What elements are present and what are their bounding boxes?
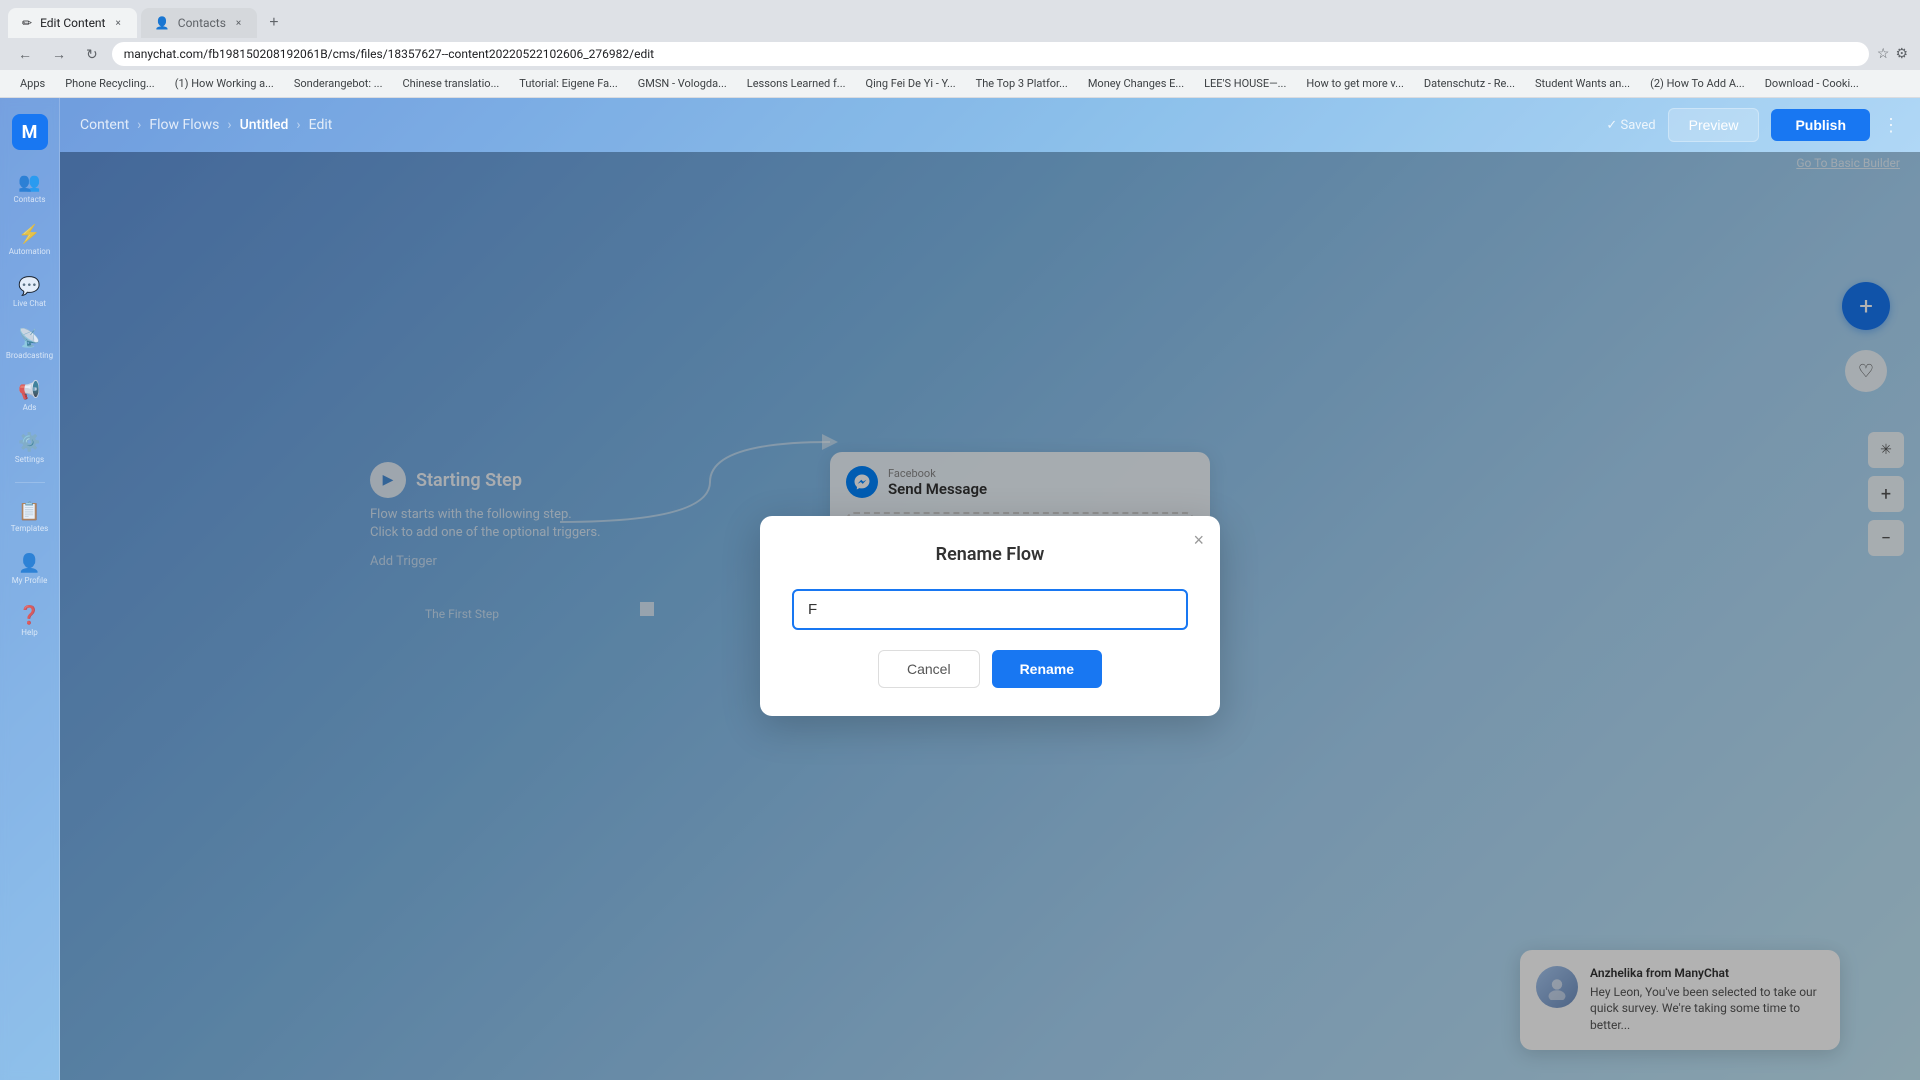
modal-title: Rename Flow	[792, 544, 1188, 565]
tab-edit-close[interactable]: ×	[113, 16, 122, 31]
bookmark-how2[interactable]: (2) How To Add A...	[1642, 75, 1753, 92]
breadcrumb-edit[interactable]: Edit	[309, 117, 333, 133]
tab-edit-label: Edit Content	[40, 16, 105, 30]
bookmark-chinese[interactable]: Chinese translatio...	[394, 75, 507, 92]
modal-close-button[interactable]: ×	[1193, 530, 1204, 551]
cancel-button[interactable]: Cancel	[878, 650, 980, 688]
tab-contacts-label: Contacts	[178, 16, 226, 30]
browser-chrome: ✏ Edit Content × 👤 Contacts × + ← → ↻ ma…	[0, 0, 1920, 70]
bookmarks-bar: Apps Phone Recycling... (1) How Working …	[0, 70, 1920, 98]
sidebar-item-help[interactable]: ❓ Help	[8, 599, 52, 643]
bookmark-phone[interactable]: Phone Recycling...	[57, 75, 162, 92]
sidebar-item-templates[interactable]: 📋 Templates	[8, 495, 52, 539]
help-icon: ❓	[18, 605, 40, 626]
back-button[interactable]: ←	[12, 44, 38, 64]
more-options-icon[interactable]: ⋮	[1882, 115, 1900, 136]
bookmark-lee[interactable]: LEE'S HOUSE—...	[1196, 75, 1294, 92]
bookmark-getmore[interactable]: How to get more v...	[1298, 75, 1412, 92]
automation-icon: ⚡	[18, 224, 40, 245]
modal-actions: Cancel Rename	[792, 650, 1188, 688]
bookmark-sonder[interactable]: Sonderangebot: ...	[286, 75, 391, 92]
top-nav: Content › Flow Flows › Untitled › Edit ✓…	[60, 98, 1920, 152]
my-profile-icon: 👤	[18, 553, 40, 574]
saved-badge: ✓ Saved	[1606, 118, 1655, 133]
sidebar-item-settings[interactable]: ⚙️ Settings	[8, 426, 52, 470]
bookmark-qing[interactable]: Qing Fei De Yi - Y...	[858, 75, 964, 92]
tab-contacts[interactable]: 👤 Contacts ×	[141, 8, 257, 38]
sidebar-item-live-chat[interactable]: 💬 Live Chat	[8, 270, 52, 314]
rename-input[interactable]	[792, 589, 1188, 630]
breadcrumb: Content › Flow Flows › Untitled › Edit	[80, 117, 332, 133]
nav-right: ✓ Saved Preview Publish ⋮	[1606, 108, 1900, 142]
templates-icon: 📋	[18, 501, 40, 522]
tab-contacts-favicon: 👤	[155, 16, 170, 30]
forward-button[interactable]: →	[46, 44, 72, 64]
tab-bar: ✏ Edit Content × 👤 Contacts × +	[0, 0, 1920, 38]
bookmark-lessons[interactable]: Lessons Learned f...	[739, 75, 854, 92]
rename-flow-modal: Rename Flow × Cancel Rename	[760, 516, 1220, 716]
bookmark-gmsn[interactable]: GMSN - Vologda...	[630, 75, 735, 92]
star-icon[interactable]: ☆	[1877, 46, 1890, 62]
rename-button[interactable]: Rename	[992, 650, 1102, 688]
modal-overlay: Rename Flow × Cancel Rename	[60, 152, 1920, 1080]
breadcrumb-sep1: ›	[137, 117, 141, 133]
tab-contacts-close[interactable]: ×	[234, 16, 243, 31]
new-tab-button[interactable]: +	[261, 10, 286, 36]
tab-edit-content[interactable]: ✏ Edit Content ×	[8, 8, 137, 38]
sidebar: M 👥 Contacts ⚡ Automation 💬 Live Chat 📡 …	[0, 98, 60, 1080]
sidebar-item-ads[interactable]: 📢 Ads	[8, 374, 52, 418]
bookmark-download[interactable]: Download - Cooki...	[1757, 75, 1867, 92]
bookmark-tutorial[interactable]: Tutorial: Eigene Fa...	[511, 75, 626, 92]
live-chat-icon: 💬	[18, 276, 40, 297]
browser-actions: ☆ ⚙	[1877, 46, 1908, 62]
bookmark-money[interactable]: Money Changes E...	[1080, 75, 1192, 92]
extension-icon[interactable]: ⚙	[1895, 46, 1908, 62]
reload-button[interactable]: ↻	[80, 44, 104, 65]
bookmark-working[interactable]: (1) How Working a...	[167, 75, 282, 92]
settings-icon: ⚙️	[18, 432, 40, 453]
breadcrumb-sep2: ›	[227, 117, 231, 133]
ads-icon: 📢	[18, 380, 40, 401]
sidebar-item-automation[interactable]: ⚡ Automation	[8, 218, 52, 262]
saved-text: ✓ Saved	[1606, 118, 1655, 133]
flow-canvas[interactable]: ▶ Starting Step Flow starts with the fol…	[60, 152, 1920, 1080]
breadcrumb-sep3: ›	[296, 117, 300, 133]
bookmark-apps[interactable]: Apps	[12, 75, 53, 92]
breadcrumb-content[interactable]: Content	[80, 117, 129, 133]
contacts-icon: 👥	[18, 172, 40, 193]
publish-button[interactable]: Publish	[1771, 109, 1870, 141]
preview-button[interactable]: Preview	[1668, 108, 1760, 142]
bookmark-top3[interactable]: The Top 3 Platfor...	[968, 75, 1076, 92]
sidebar-item-my-profile[interactable]: 👤 My Profile	[8, 547, 52, 591]
address-bar: ← → ↻ manychat.com/fb198150208192061B/cm…	[0, 38, 1920, 70]
sidebar-item-contacts[interactable]: 👥 Contacts	[8, 166, 52, 210]
tab-edit-favicon: ✏	[22, 16, 32, 30]
sidebar-logo: M	[12, 114, 48, 150]
broadcasting-icon: 📡	[18, 328, 40, 349]
url-bar[interactable]: manychat.com/fb198150208192061B/cms/file…	[112, 42, 1869, 66]
sidebar-divider	[15, 482, 45, 483]
breadcrumb-untitled[interactable]: Untitled	[240, 117, 289, 133]
url-text: manychat.com/fb198150208192061B/cms/file…	[124, 47, 654, 61]
breadcrumb-flow-flows[interactable]: Flow Flows	[149, 117, 219, 133]
bookmark-datenschutz[interactable]: Datenschutz - Re...	[1416, 75, 1523, 92]
sidebar-item-broadcasting[interactable]: 📡 Broadcasting	[8, 322, 52, 366]
bookmark-student[interactable]: Student Wants an...	[1527, 75, 1638, 92]
app-container: M 👥 Contacts ⚡ Automation 💬 Live Chat 📡 …	[0, 98, 1920, 1080]
